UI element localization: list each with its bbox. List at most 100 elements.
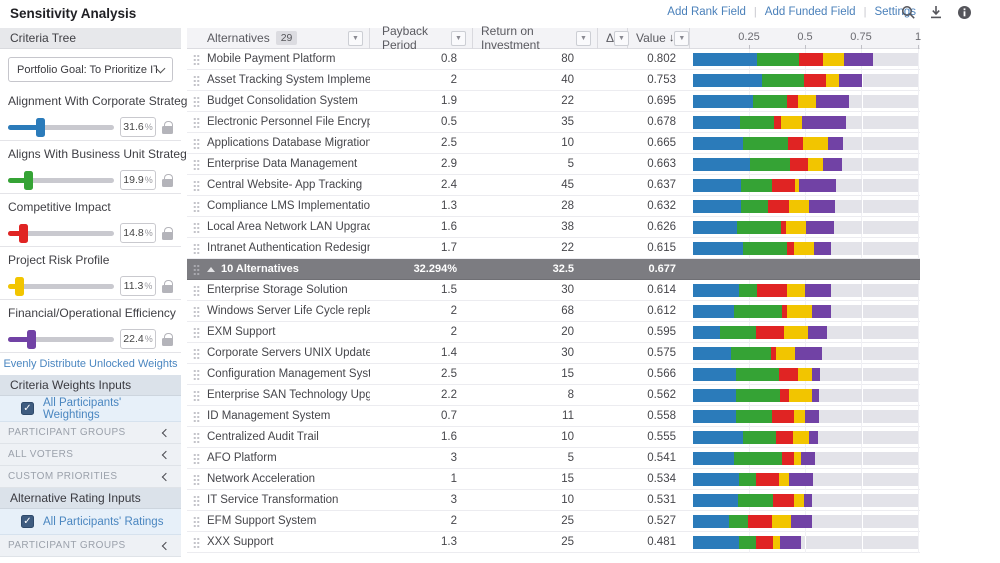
drag-handle-icon[interactable]	[193, 117, 200, 128]
slider-track[interactable]	[8, 231, 114, 236]
table-row[interactable]: XXX Support 1.3 25 0.481	[187, 532, 920, 553]
download-icon[interactable]	[928, 4, 944, 20]
slider-track[interactable]	[8, 284, 114, 289]
value-bar-track	[693, 200, 918, 213]
drag-handle-icon[interactable]	[193, 516, 200, 527]
drag-handle-icon[interactable]	[193, 453, 200, 464]
slider-handle[interactable]	[15, 277, 24, 296]
drag-handle-icon[interactable]	[193, 495, 200, 506]
alternative-name: AFO Platform	[205, 448, 370, 469]
table-row[interactable]: Budget Consolidation System 1.9 22 0.695	[187, 91, 920, 112]
slider-handle[interactable]	[27, 330, 36, 349]
drag-handle-icon[interactable]	[193, 180, 200, 191]
drag-handle-icon[interactable]	[193, 306, 200, 317]
portfolio-goal-dropdown[interactable]: Portfolio Goal: To Prioritize IT Progr..…	[8, 57, 173, 82]
table-row[interactable]: Local Area Network LAN Upgrade 1.6 38 0.…	[187, 217, 920, 238]
table-row[interactable]: Compliance LMS Implementation 1.3 28 0.6…	[187, 196, 920, 217]
weight-value-box[interactable]: 14.8%	[120, 223, 156, 243]
table-row[interactable]: Mobile Payment Platform 0.8 80 0.802	[187, 49, 920, 70]
value-cell: 0.637	[628, 175, 690, 196]
value-column-header[interactable]: Value ↓ ▼	[628, 28, 690, 49]
sidebar-item-participant-groups-ratings[interactable]: PARTICIPANT GROUPS	[0, 535, 181, 557]
payback-cell: 1	[370, 469, 473, 490]
sidebar-item-all-voters[interactable]: ALL VOTERS	[0, 444, 181, 466]
drag-handle-icon[interactable]	[193, 264, 200, 275]
drag-handle-icon[interactable]	[193, 432, 200, 443]
weight-value: 14.8	[123, 227, 143, 239]
alternatives-column-header[interactable]: Alternatives 29 ▼	[205, 28, 370, 49]
table-row[interactable]: Asset Tracking System Implementation 2 4…	[187, 70, 920, 91]
table-row[interactable]: Intranet Authentication Redesign 1.7 22 …	[187, 238, 920, 259]
drag-handle-icon[interactable]	[193, 285, 200, 296]
table-row[interactable]: Configuration Management System 2.5 15 0…	[187, 364, 920, 385]
info-icon[interactable]	[956, 4, 972, 20]
lock-icon[interactable]	[162, 126, 173, 134]
drag-handle-icon[interactable]	[193, 159, 200, 170]
slider-handle[interactable]	[19, 224, 28, 243]
add-rank-field-link[interactable]: Add Rank Field	[667, 6, 746, 18]
table-row[interactable]: Central Website- App Tracking 2.4 45 0.6…	[187, 175, 920, 196]
slider-track[interactable]	[8, 178, 114, 183]
slider-handle[interactable]	[24, 171, 33, 190]
alternative-name: EFM Support System	[205, 511, 370, 532]
drag-handle-icon[interactable]	[193, 96, 200, 107]
table-row[interactable]: ID Management System 0.7 11 0.558	[187, 406, 920, 427]
weight-value-box[interactable]: 11.3%	[120, 276, 156, 296]
drag-handle-icon[interactable]	[193, 348, 200, 359]
collapse-triangle-icon[interactable]	[207, 267, 215, 272]
filter-icon[interactable]: ▼	[674, 31, 689, 46]
slider-track[interactable]	[8, 125, 114, 130]
drag-handle-icon[interactable]	[193, 243, 200, 254]
drag-handle-icon[interactable]	[193, 474, 200, 485]
slider-handle[interactable]	[36, 118, 45, 137]
search-icon[interactable]	[900, 4, 916, 20]
drag-handle-icon[interactable]	[193, 411, 200, 422]
drag-handle-icon[interactable]	[193, 138, 200, 149]
table-row[interactable]: Centralized Audit Trail 1.6 10 0.555	[187, 427, 920, 448]
sidebar-item-custom-priorities[interactable]: CUSTOM PRIORITIES	[0, 466, 181, 488]
table-row[interactable]: Enterprise Data Management 2.9 5 0.663	[187, 154, 920, 175]
delta-column-header[interactable]: Δ ▼	[598, 28, 628, 49]
drag-handle-icon[interactable]	[193, 369, 200, 380]
table-row[interactable]: Windows Server Life Cycle replacement 2 …	[187, 301, 920, 322]
weight-value-box[interactable]: 31.6%	[120, 117, 156, 137]
checkbox-checked-icon[interactable]: ✓	[21, 402, 34, 415]
table-row[interactable]: Electronic Personnel File Encrypted Ba..…	[187, 112, 920, 133]
filter-icon[interactable]: ▼	[348, 31, 363, 46]
drag-handle-icon[interactable]	[193, 222, 200, 233]
sidebar-item-participant-groups[interactable]: PARTICIPANT GROUPS	[0, 422, 181, 444]
filter-icon[interactable]: ▼	[576, 31, 591, 46]
drag-handle-icon[interactable]	[193, 75, 200, 86]
drag-handle-icon[interactable]	[193, 537, 200, 548]
table-row[interactable]: EXM Support 2 20 0.595	[187, 322, 920, 343]
slider-track[interactable]	[8, 337, 114, 342]
table-row[interactable]: IT Service Transformation 3 10 0.531	[187, 490, 920, 511]
lock-icon[interactable]	[162, 285, 173, 293]
table-row[interactable]: Network Acceleration 1 15 0.534	[187, 469, 920, 490]
table-row[interactable]: Enterprise Storage Solution 1.5 30 0.614	[187, 280, 920, 301]
all-participants-weightings-row[interactable]: ✓ All Participants' Weightings	[0, 396, 181, 422]
all-participants-ratings-row[interactable]: ✓ All Participants' Ratings	[0, 509, 181, 535]
table-row[interactable]: Applications Database Migration 2.5 10 0…	[187, 133, 920, 154]
lock-icon[interactable]	[162, 338, 173, 346]
checkbox-checked-icon[interactable]: ✓	[21, 515, 34, 528]
group-summary-row[interactable]: 10 Alternatives 32.294% 32.5 0.677	[187, 259, 920, 280]
filter-icon[interactable]: ▼	[614, 31, 629, 46]
drag-handle-icon[interactable]	[193, 390, 200, 401]
drag-handle-icon[interactable]	[193, 327, 200, 338]
roi-column-header[interactable]: Return on Investment ▼	[473, 28, 598, 49]
table-row[interactable]: AFO Platform 3 5 0.541	[187, 448, 920, 469]
drag-handle-icon[interactable]	[193, 201, 200, 212]
weight-value-box[interactable]: 22.4%	[120, 329, 156, 349]
add-funded-field-link[interactable]: Add Funded Field	[765, 6, 856, 18]
evenly-distribute-link[interactable]: Evenly Distribute Unlocked Weights	[0, 353, 181, 375]
table-row[interactable]: Enterprise SAN Technology Upgrade 2.2 8 …	[187, 385, 920, 406]
lock-icon[interactable]	[162, 179, 173, 187]
table-row[interactable]: EFM Support System 2 25 0.527	[187, 511, 920, 532]
payback-period-column-header[interactable]: Payback Period ▼	[370, 28, 473, 49]
weight-value-box[interactable]: 19.9%	[120, 170, 156, 190]
lock-icon[interactable]	[162, 232, 173, 240]
drag-handle-icon[interactable]	[193, 54, 200, 65]
filter-icon[interactable]: ▼	[451, 31, 466, 46]
table-row[interactable]: Corporate Servers UNIX Update 1.4 30 0.5…	[187, 343, 920, 364]
